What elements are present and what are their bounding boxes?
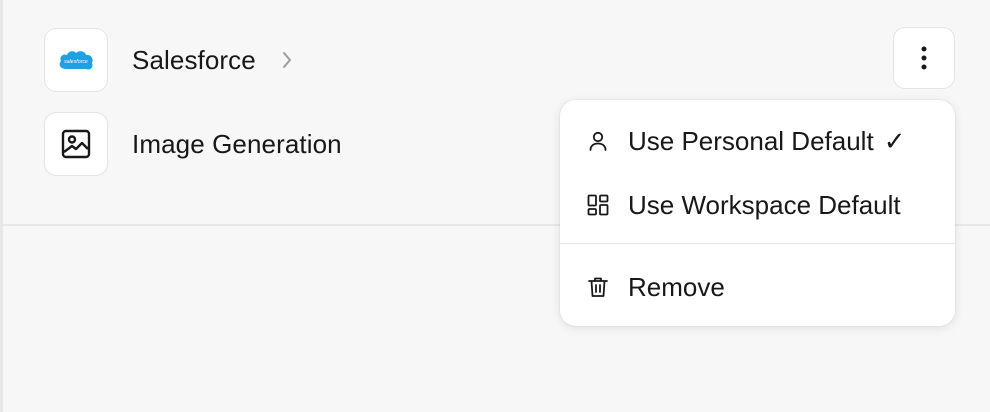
salesforce-logo-tile: salesforce bbox=[44, 28, 108, 92]
integrations-panel: salesforce Salesforce Image Generation U… bbox=[0, 0, 990, 412]
menu-item-use-workspace-default[interactable]: Use Workspace Default bbox=[560, 177, 955, 233]
integration-row-image-generation[interactable]: Image Generation bbox=[44, 112, 342, 176]
image-generation-icon-tile bbox=[44, 112, 108, 176]
trash-icon bbox=[586, 275, 610, 299]
menu-item-remove[interactable]: Remove bbox=[560, 259, 955, 315]
image-icon bbox=[61, 129, 91, 159]
more-vertical-icon bbox=[921, 46, 927, 70]
menu-item-label: Remove bbox=[628, 271, 725, 302]
integration-row-salesforce[interactable]: salesforce Salesforce bbox=[44, 28, 294, 92]
salesforce-logo-icon: salesforce bbox=[59, 51, 93, 70]
grid-icon bbox=[586, 193, 610, 217]
salesforce-logo-text: salesforce bbox=[64, 59, 88, 65]
integration-label: Salesforce bbox=[132, 44, 256, 75]
menu-item-label: Use Workspace Default bbox=[628, 189, 901, 220]
user-icon bbox=[586, 129, 610, 153]
menu-separator bbox=[560, 243, 955, 244]
menu-item-use-personal-default[interactable]: Use Personal Default ✓ bbox=[560, 113, 955, 169]
panel-left-border bbox=[0, 0, 3, 412]
options-dropdown-menu: Use Personal Default ✓ Use Workspace Def… bbox=[560, 100, 955, 326]
chevron-right-icon[interactable] bbox=[280, 49, 294, 71]
more-options-button[interactable] bbox=[893, 27, 955, 89]
checkmark-icon: ✓ bbox=[883, 125, 906, 156]
integration-label: Image Generation bbox=[132, 128, 342, 159]
menu-item-label: Use Personal Default bbox=[628, 125, 874, 156]
